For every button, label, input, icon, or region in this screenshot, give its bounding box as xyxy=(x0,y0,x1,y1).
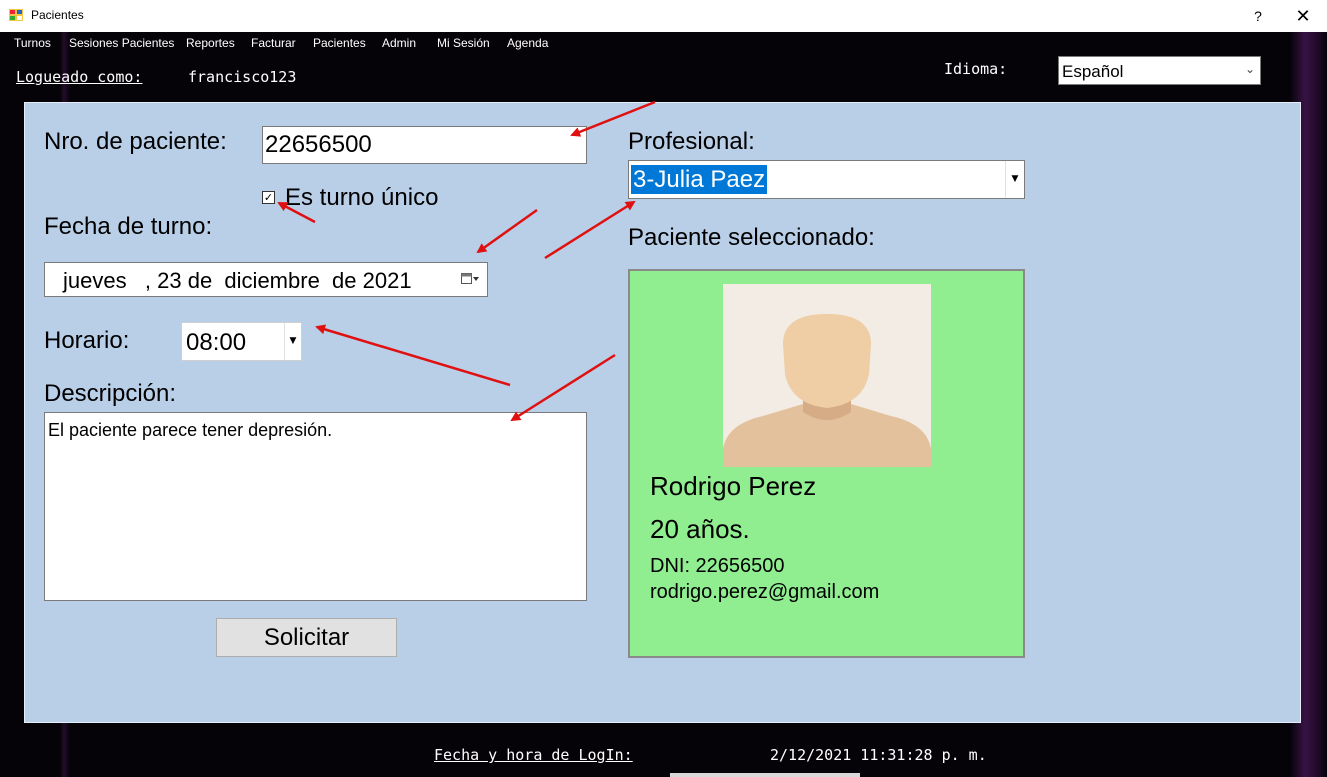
menu-agenda[interactable]: Agenda xyxy=(507,36,548,50)
time-value: 08:00 xyxy=(186,329,247,356)
close-button[interactable]: ✕ xyxy=(1284,0,1322,32)
menu-facturar[interactable]: Facturar xyxy=(251,36,296,50)
professional-select[interactable]: 3-Julia Paez ▼ xyxy=(628,160,1025,199)
language-select[interactable]: Español ⌄ xyxy=(1058,56,1261,85)
chevron-down-icon[interactable]: ▼ xyxy=(1005,161,1024,198)
menu-reportes[interactable]: Reportes xyxy=(186,36,235,50)
window-title: Pacientes xyxy=(31,8,84,22)
single-turn-label: Es turno único xyxy=(285,184,439,211)
menu-sesiones-pacientes[interactable]: Sesiones Pacientes xyxy=(69,36,174,50)
time-picker[interactable]: 08:00 ▼ xyxy=(181,322,302,361)
help-button[interactable]: ? xyxy=(1240,0,1276,32)
menu-turnos[interactable]: Turnos xyxy=(14,36,51,50)
time-label: Horario: xyxy=(44,327,130,354)
description-value: El paciente parece tener depresión. xyxy=(48,420,333,440)
professional-value: 3-Julia Paez xyxy=(631,165,768,194)
menu-admin[interactable]: Admin xyxy=(382,36,416,50)
app-icon xyxy=(9,9,23,21)
login-time-label: Fecha y hora de LogIn: xyxy=(434,746,633,764)
logged-username: francisco123 xyxy=(188,68,297,86)
menu-mi-sesion[interactable]: Mi Sesión xyxy=(437,36,490,50)
patient-number-label: Nro. de paciente: xyxy=(44,128,227,155)
chevron-down-icon: ⌄ xyxy=(1244,62,1255,76)
chevron-down-icon[interactable]: ▼ xyxy=(284,323,301,360)
patient-name: Rodrigo Perez xyxy=(650,471,817,501)
patient-email: rodrigo.perez@gmail.com xyxy=(650,581,880,603)
date-label: Fecha de turno: xyxy=(44,213,213,240)
logged-as-label: Logueado como: xyxy=(16,68,143,86)
patient-age: 20 años. xyxy=(650,514,750,544)
description-textarea[interactable]: El paciente parece tener depresión. xyxy=(44,412,587,601)
patient-dni: DNI: 22656500 xyxy=(650,555,785,577)
language-label: Idioma: xyxy=(944,60,1008,78)
date-picker[interactable]: jueves , 23 de diciembre de 2021 xyxy=(44,262,488,297)
calendar-icon[interactable] xyxy=(461,273,479,285)
submit-button[interactable]: Solicitar xyxy=(216,618,397,657)
avatar-icon xyxy=(723,284,931,467)
single-turn-checkbox[interactable]: ✓ xyxy=(262,191,275,204)
professional-label: Profesional: xyxy=(628,128,755,155)
patient-card: Rodrigo Perez 20 años. DNI: 22656500 rod… xyxy=(628,269,1025,658)
description-label: Descripción: xyxy=(44,380,177,407)
menu-bar: Turnos Sesiones Pacientes Reportes Factu… xyxy=(0,32,1327,54)
selected-patient-label: Paciente seleccionado: xyxy=(628,224,875,251)
patient-number-value: 22656500 xyxy=(265,131,372,158)
patient-number-input[interactable]: 22656500 xyxy=(262,126,587,164)
login-time-value: 2/12/2021 11:31:28 p. m. xyxy=(770,746,987,764)
language-select-value: Español xyxy=(1062,62,1124,81)
menu-pacientes[interactable]: Pacientes xyxy=(313,36,366,50)
title-bar: Pacientes ? ✕ xyxy=(0,0,1327,33)
bottom-strip xyxy=(670,773,860,777)
date-value: jueves , 23 de diciembre de 2021 xyxy=(63,268,412,293)
